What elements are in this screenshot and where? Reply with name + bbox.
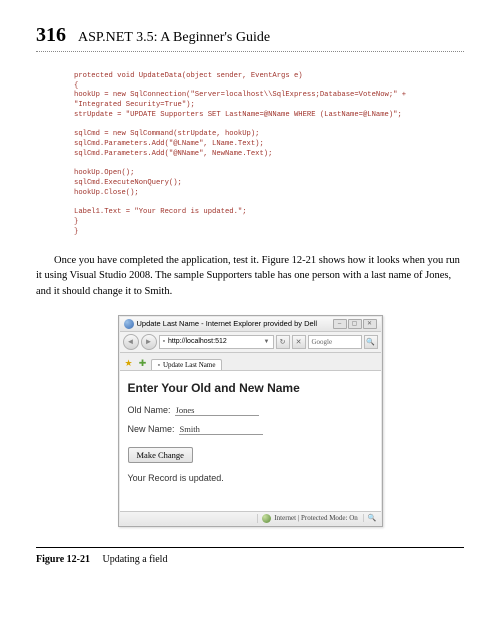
url-input[interactable]: ▫ http://localhost:512 ▼ xyxy=(159,335,274,349)
globe-icon xyxy=(262,514,271,523)
search-placeholder: Google xyxy=(312,338,333,346)
tab-page-icon: ▫ xyxy=(158,361,160,369)
stop-button[interactable]: ✕ xyxy=(292,335,306,349)
status-zoom[interactable]: 🔍 xyxy=(363,514,377,522)
code-listing: protected void UpdateData(object sender,… xyxy=(74,72,464,237)
body-paragraph-text: Once you have completed the application,… xyxy=(36,255,460,296)
new-name-row: New Name: xyxy=(128,424,373,435)
zoom-icon: 🔍 xyxy=(368,514,377,522)
page-number: 316 xyxy=(36,24,66,47)
url-dropdown-icon[interactable]: ▼ xyxy=(264,339,270,345)
tab-bar: ★ ✚ ▫ Update Last Name xyxy=(120,353,381,371)
close-button[interactable]: ✕ xyxy=(363,319,377,329)
maximize-button[interactable]: ▢ xyxy=(348,319,362,329)
result-label: Your Record is updated. xyxy=(128,473,373,483)
header-rule xyxy=(36,51,464,52)
window-titlebar: Update Last Name - Internet Explorer pro… xyxy=(120,317,381,332)
status-zone: Internet | Protected Mode: On xyxy=(257,514,357,523)
old-name-input[interactable] xyxy=(175,405,259,416)
ie-icon xyxy=(124,319,134,329)
page-icon: ▫ xyxy=(163,338,165,345)
refresh-button[interactable]: ↻ xyxy=(276,335,290,349)
figure-label: Figure 12-21 xyxy=(36,554,90,565)
status-text: Internet | Protected Mode: On xyxy=(274,514,357,522)
book-title: ASP.NET 3.5: A Beginner's Guide xyxy=(78,30,270,46)
favorites-icon[interactable]: ★ xyxy=(123,358,135,370)
body-paragraph: Once you have completed the application,… xyxy=(36,253,464,299)
minimize-button[interactable]: – xyxy=(333,319,347,329)
figure-rule xyxy=(36,547,464,548)
new-name-label: New Name: xyxy=(128,424,175,434)
page-header: 316 ASP.NET 3.5: A Beginner's Guide xyxy=(36,24,464,47)
search-input[interactable]: Google xyxy=(308,335,362,349)
forward-button[interactable]: ► xyxy=(141,334,157,350)
old-name-label: Old Name: xyxy=(128,405,171,415)
figure-caption: Figure 12-21 Updating a field xyxy=(36,554,464,565)
url-text: http://localhost:512 xyxy=(168,338,227,345)
search-go-button[interactable]: 🔍 xyxy=(364,335,378,349)
window-controls: – ▢ ✕ xyxy=(333,319,377,329)
favorites-add-icon[interactable]: ✚ xyxy=(137,358,149,370)
address-bar: ◄ ► ▫ http://localhost:512 ▼ ↻ ✕ Google … xyxy=(120,332,381,353)
page-content: Enter Your Old and New Name Old Name: Ne… xyxy=(120,371,381,511)
new-name-input[interactable] xyxy=(179,424,263,435)
tab-title: Update Last Name xyxy=(163,361,215,369)
browser-window: Update Last Name - Internet Explorer pro… xyxy=(118,315,383,527)
form-heading: Enter Your Old and New Name xyxy=(128,381,373,395)
tab-update-last-name[interactable]: ▫ Update Last Name xyxy=(151,359,223,370)
status-bar: Internet | Protected Mode: On 🔍 xyxy=(120,511,381,525)
figure-text: Updating a field xyxy=(102,554,167,565)
make-change-button[interactable]: Make Change xyxy=(128,447,193,463)
window-title: Update Last Name - Internet Explorer pro… xyxy=(137,319,318,328)
old-name-row: Old Name: xyxy=(128,405,373,416)
back-button[interactable]: ◄ xyxy=(123,334,139,350)
